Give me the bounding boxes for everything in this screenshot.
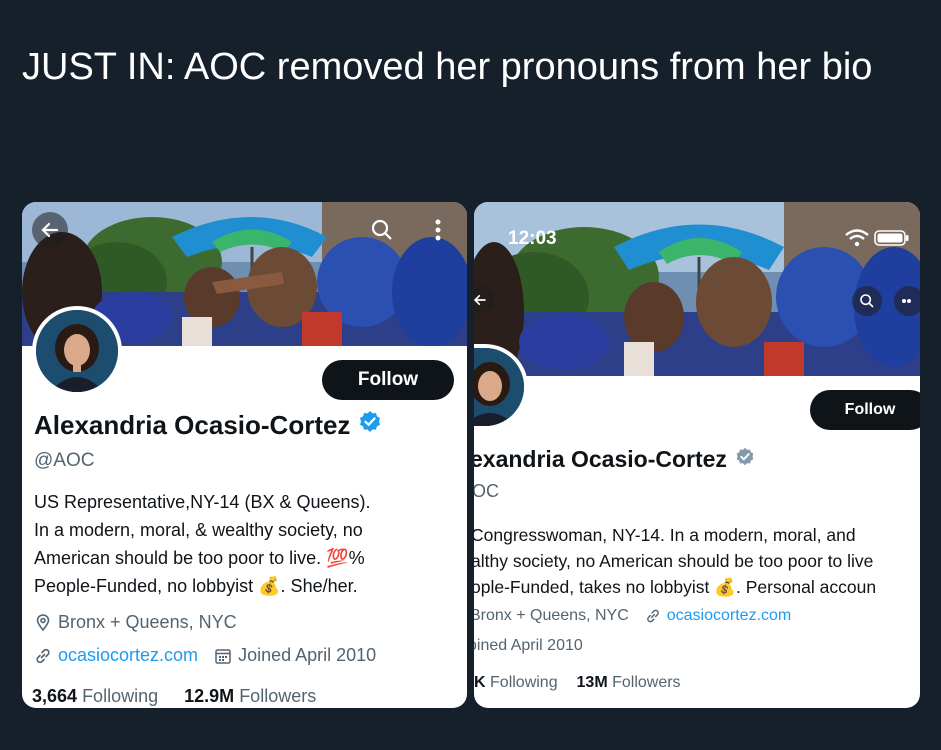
handle: OC — [474, 481, 499, 501]
location: Bronx + Queens, NYC — [34, 612, 237, 633]
more-vertical-icon — [435, 219, 441, 241]
search-icon — [860, 294, 874, 308]
joined-date: oined April 2010 — [474, 637, 583, 654]
followers-link[interactable]: 13M Followers — [577, 674, 681, 691]
handle: @AOC — [34, 450, 95, 471]
more-button[interactable] — [420, 212, 456, 248]
wifi-icon — [844, 229, 869, 247]
website-link[interactable]: ocasiocortez.com — [667, 607, 792, 625]
bio-line: althy society, no American should be too… — [474, 551, 874, 571]
calendar-icon — [215, 648, 231, 664]
bio: US Representative,NY-14 (BX & Queens). I… — [34, 488, 371, 600]
search-button[interactable] — [364, 212, 400, 248]
link-icon — [36, 648, 50, 663]
location: Bronx + Queens, NYC — [474, 607, 629, 624]
search-button[interactable] — [852, 286, 882, 316]
link-icon — [646, 609, 659, 623]
profile-card-right: 12:03 Follow exandria Ocasio-Cortez OC C… — [474, 202, 920, 708]
follow-button[interactable]: Follow — [810, 390, 920, 430]
follow-stats: 3,664 Following 12.9M Followers — [32, 686, 316, 707]
back-button[interactable] — [32, 212, 68, 248]
avatar[interactable] — [32, 306, 122, 396]
location-pin-icon — [36, 613, 50, 631]
bio-line: People-Funded, no lobbyist 💰. She/her. — [34, 576, 358, 596]
display-name: Alexandria Ocasio-Cortez — [34, 410, 382, 441]
bio: Congresswoman, NY-14. In a modern, moral… — [474, 522, 876, 600]
display-name: exandria Ocasio-Cortez — [474, 446, 755, 473]
status-bar-icons — [844, 228, 910, 248]
bio-line: In a modern, moral, & wealthy society, n… — [34, 520, 363, 540]
following-link[interactable]: K Following — [474, 674, 558, 691]
profile-card-left: Follow Alexandria Ocasio-Cortez @AOC US … — [22, 202, 467, 708]
joined-date: Joined April 2010 — [238, 645, 377, 665]
follow-stats: K Following 13M Followers — [474, 674, 681, 692]
status-bar-time: 12:03 — [508, 228, 557, 249]
more-horizontal-icon — [902, 299, 911, 303]
followers-link[interactable]: 12.9M Followers — [184, 686, 316, 706]
website-link[interactable]: ocasiocortez.com — [58, 645, 198, 666]
back-arrow-icon — [474, 294, 486, 306]
bio-line: Congresswoman, NY-14. In a modern, moral… — [474, 525, 856, 545]
more-button[interactable] — [894, 286, 920, 316]
bio-line: US Representative,NY-14 (BX & Queens). — [34, 492, 371, 512]
verified-badge-icon — [358, 410, 382, 441]
bio-line: ople-Funded, takes no lobbyist 💰. Person… — [474, 577, 877, 597]
search-icon — [371, 219, 392, 240]
headline: JUST IN: AOC removed her pronouns from h… — [22, 46, 873, 88]
profile-meta: Bronx + Queens, NYC ocasiocortez.com — [474, 607, 791, 625]
battery-icon — [874, 230, 909, 246]
back-arrow-icon — [41, 222, 59, 238]
bio-line: American should be too poor to live. 💯% — [34, 548, 365, 568]
profile-meta: ocasiocortez.com Joined April 2010 — [34, 645, 376, 666]
verified-badge-icon — [735, 446, 755, 473]
following-link[interactable]: 3,664 Following — [32, 686, 158, 706]
follow-button[interactable]: Follow — [322, 360, 454, 400]
